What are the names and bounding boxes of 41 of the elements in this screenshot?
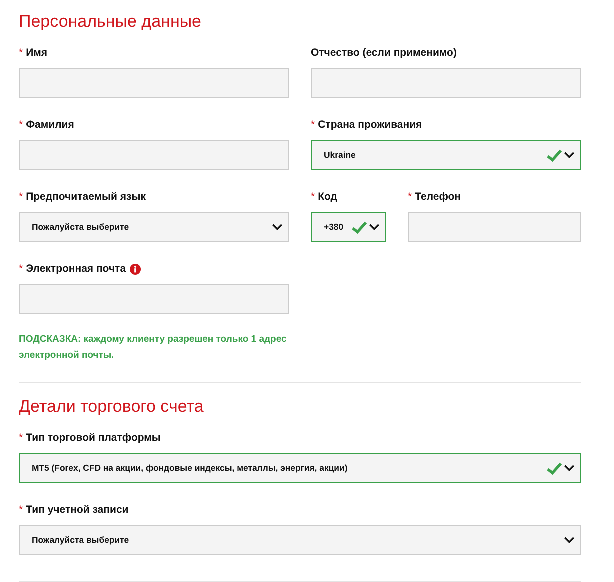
input-field[interactable] — [19, 68, 289, 98]
field-label: Фамилия — [26, 119, 74, 131]
chevron-down-icon — [272, 224, 283, 230]
input-field[interactable] — [311, 68, 581, 98]
section-heading: Детали торгового счета — [19, 397, 205, 417]
required-asterisk: * — [19, 119, 24, 131]
field-label: Имя — [26, 47, 48, 59]
input-field[interactable] — [19, 284, 289, 314]
select-field[interactable]: MT5 (Forex, CFD на акции, фондовые индексы, металлы, энергия, акции) — [19, 453, 581, 483]
field-label: Предпочитаемый язык — [26, 191, 146, 203]
field-label: Тип торговой платформы — [26, 432, 161, 444]
hint-text: ПОДСКАЗКА: каждому клиенту разрешен только 1 адрес электронной почты. — [19, 333, 288, 363]
field-label: Электронная почта — [26, 263, 126, 275]
input-field[interactable] — [408, 212, 581, 242]
required-asterisk: * — [19, 191, 24, 203]
required-asterisk: * — [19, 263, 24, 275]
chevron-down-icon — [369, 224, 380, 230]
select-field[interactable]: Пожалуйста выберите — [19, 525, 581, 555]
required-asterisk: * — [19, 47, 24, 59]
chevron-down-icon — [564, 152, 575, 158]
checkmark-icon — [547, 462, 562, 474]
section-heading: Персональные данные — [19, 12, 203, 32]
required-asterisk: * — [311, 119, 316, 131]
field-label: Телефон — [415, 191, 462, 203]
input-field[interactable] — [19, 140, 289, 170]
select-field[interactable]: Пожалуйста выберите — [19, 212, 289, 242]
required-asterisk: * — [19, 432, 24, 444]
field-label: Код — [318, 191, 338, 203]
field-label: Отчество (если применимо) — [311, 47, 457, 59]
field-label: Тип учетной записи — [26, 504, 129, 516]
info-icon[interactable] — [130, 264, 142, 274]
chevron-down-icon — [564, 464, 575, 472]
field-label: Страна проживания — [318, 119, 422, 131]
checkmark-icon — [352, 220, 367, 234]
chevron-down-icon — [564, 536, 575, 544]
required-asterisk: * — [311, 191, 316, 203]
checkmark-icon — [547, 148, 562, 162]
select-field[interactable]: Ukraine — [311, 140, 581, 170]
required-asterisk: * — [408, 191, 412, 203]
required-asterisk: * — [19, 504, 24, 516]
select-field[interactable]: +380 — [311, 212, 386, 242]
